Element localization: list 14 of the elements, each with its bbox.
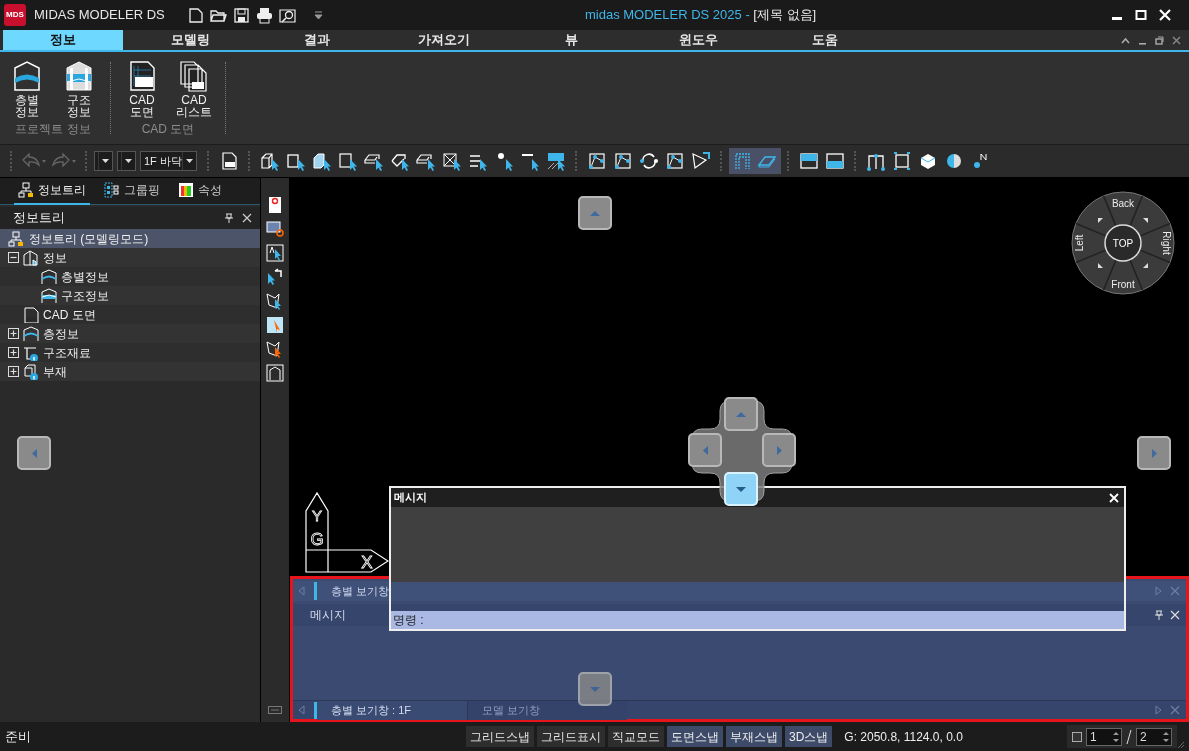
status-text: 준비 [5, 727, 31, 746]
dialog-title: 메시지 [394, 490, 428, 506]
axis-label: Y [312, 507, 322, 524]
coordinates: G: 2050.8, 1124.0, 0.0 [844, 728, 963, 746]
app-logo: MDS [4, 4, 26, 26]
panel-title: 정보트리 [13, 209, 66, 228]
ribbon-group-label: 프로젝트 정보 [15, 121, 91, 138]
dock-title: 메시지 [310, 607, 346, 624]
app-name: MIDAS MODELER DS [34, 6, 165, 25]
window-title: midas MODELER DS 2025 - [585, 7, 751, 23]
axis-label: G [310, 530, 324, 549]
ribbon-group-label: CAD 도면 [141, 121, 195, 138]
axis-label: X [361, 553, 373, 572]
document-name: [제목 없음] [753, 7, 817, 23]
